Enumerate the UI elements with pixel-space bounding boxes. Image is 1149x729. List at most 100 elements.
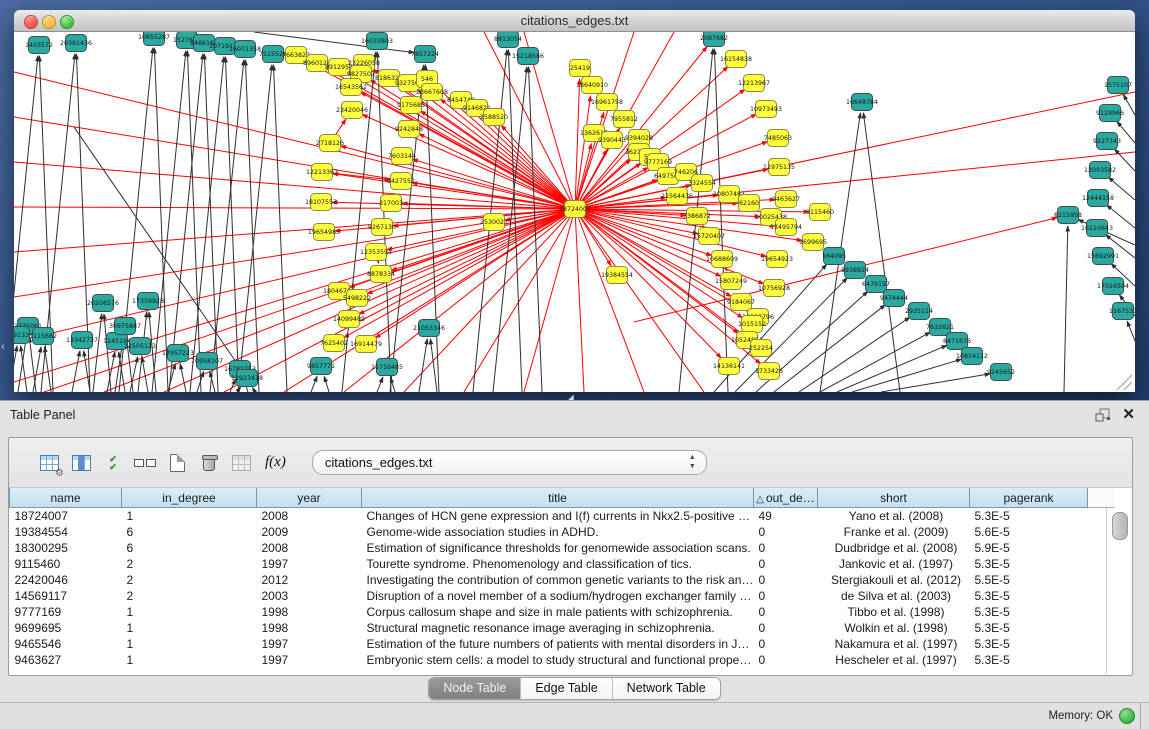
import-table-icon[interactable] bbox=[229, 451, 253, 475]
graph-node[interactable]: 16961758 bbox=[591, 94, 623, 111]
graph-node[interactable]: 16210643 bbox=[1081, 220, 1113, 237]
table-row[interactable]: 1872400712008Changes of HCN gene express… bbox=[10, 508, 1114, 525]
graph-node[interactable]: 1115682 bbox=[29, 328, 57, 345]
network-canvas[interactable]: 1403572203914361065528715276629466160107… bbox=[14, 32, 1135, 392]
graph-node[interactable]: 20206576 bbox=[87, 295, 119, 312]
graph-node[interactable]: 12975135 bbox=[763, 159, 795, 176]
graph-node[interactable]: 20391436 bbox=[60, 35, 92, 52]
graph-node[interactable]: 39133 bbox=[14, 327, 30, 344]
graph-node[interactable]: 9115460 bbox=[806, 204, 834, 221]
table-row[interactable]: 1938455462009Genome-wide association stu… bbox=[10, 524, 1114, 540]
graph-node[interactable]: 12093582 bbox=[1084, 162, 1116, 179]
graph-node[interactable]: 252254 bbox=[749, 340, 773, 357]
show-columns-icon[interactable] bbox=[69, 451, 93, 475]
graph-node[interactable]: 9474444 bbox=[880, 290, 908, 307]
graph-node[interactable]: 15720407 bbox=[693, 228, 725, 245]
column-header-title[interactable]: title bbox=[362, 488, 754, 508]
graph-node[interactable]: 15218586 bbox=[512, 48, 544, 65]
graph-node[interactable]: 1575107 bbox=[1104, 77, 1132, 94]
table-row[interactable]: 1456911722003Disruption of a novel membe… bbox=[10, 588, 1114, 604]
graph-node[interactable]: 9390443 bbox=[598, 132, 626, 149]
create-table-icon[interactable] bbox=[165, 451, 189, 475]
table-row[interactable]: 946554611997Estimation of the future num… bbox=[10, 636, 1114, 652]
graph-node[interactable]: 10688609 bbox=[706, 251, 738, 268]
table-scrollbar[interactable] bbox=[1106, 508, 1132, 674]
graph-node[interactable]: 10854112 bbox=[956, 348, 988, 365]
graph-node[interactable]: 14136141 bbox=[713, 358, 745, 375]
graph-node[interactable]: 1015152 bbox=[738, 316, 766, 333]
graph-node[interactable]: 2718126 bbox=[316, 135, 344, 152]
tab-node-table[interactable]: Node Table bbox=[429, 678, 521, 699]
select-all-icon[interactable]: ✔✔ bbox=[101, 451, 125, 475]
graph-node[interactable]: 13342737 bbox=[66, 332, 98, 349]
graph-node[interactable]: 9245652 bbox=[987, 364, 1015, 381]
graph-node[interactable]: 9267130 bbox=[368, 219, 396, 236]
graph-node[interactable]: 9463627 bbox=[772, 191, 800, 208]
graph-node[interactable]: 9699695 bbox=[799, 234, 827, 251]
attribute-table[interactable]: namein_degreeyeartitle△out_de…shortpager… bbox=[9, 488, 1114, 668]
graph-node[interactable]: 16648784 bbox=[846, 94, 878, 111]
graph-node[interactable]: 9184067 bbox=[727, 294, 755, 311]
graph-node[interactable]: 9175685 bbox=[397, 97, 425, 114]
column-header-pagerank[interactable]: pagerank bbox=[970, 488, 1088, 508]
resize-grip-icon[interactable] bbox=[1117, 375, 1132, 390]
graph-node[interactable]: 8813054 bbox=[494, 32, 522, 48]
table-row[interactable]: 946362711997Embryonic stem cells: a mode… bbox=[10, 652, 1114, 668]
network-window-titlebar[interactable]: citations_edges.txt bbox=[14, 10, 1135, 32]
column-header-short[interactable]: short bbox=[818, 488, 970, 508]
graph-node[interactable]: 18640910 bbox=[576, 77, 608, 94]
network-graph[interactable]: 1403572203914361065528715276629466160107… bbox=[14, 32, 1135, 392]
tab-network-table[interactable]: Network Table bbox=[613, 678, 720, 699]
graph-node[interactable]: 10958107 bbox=[191, 353, 223, 370]
table-selector-dropdown[interactable]: citations_edges.txt ▲▼ bbox=[312, 450, 707, 475]
table-options-icon[interactable]: ⚙ bbox=[37, 451, 61, 475]
graph-node[interactable]: 7625402 bbox=[320, 335, 348, 352]
table-row[interactable]: 977716911998Corpus callosum shape and si… bbox=[10, 604, 1114, 620]
graph-node[interactable]: 164095 bbox=[822, 248, 846, 265]
graph-node[interactable]: 2087682 bbox=[700, 32, 728, 47]
memory-status-icon[interactable] bbox=[1119, 708, 1135, 724]
graph-node[interactable]: 7485063 bbox=[764, 130, 792, 147]
tab-edge-table[interactable]: Edge Table bbox=[521, 678, 612, 699]
graph-node[interactable]: 15716485 bbox=[371, 359, 403, 376]
graph-node[interactable]: 2935114 bbox=[905, 303, 933, 320]
delete-table-icon[interactable] bbox=[197, 451, 221, 475]
graph-node[interactable]: 317003 bbox=[379, 195, 403, 212]
graph-node[interactable]: 3324554 bbox=[688, 175, 716, 192]
float-panel-icon[interactable] bbox=[1095, 408, 1111, 423]
graph-node[interactable]: 9242848 bbox=[395, 121, 423, 138]
graph-node[interactable]: 7386872 bbox=[683, 208, 711, 225]
column-header-in_degree[interactable]: in_degree bbox=[122, 488, 257, 508]
graph-node[interactable]: 1733426 bbox=[755, 363, 783, 380]
graph-node[interactable]: 17359928 bbox=[132, 293, 164, 310]
table-row[interactable]: 2242004622012Investigating the contribut… bbox=[10, 572, 1114, 588]
graph-node[interactable]: 62160 bbox=[739, 195, 760, 212]
table-row[interactable]: 969969511998Structural magnetic resonanc… bbox=[10, 620, 1114, 636]
graph-node[interactable]: 8215958 bbox=[1054, 207, 1082, 224]
table-row[interactable]: 911546021997Tourette syndrome. Phenomeno… bbox=[10, 556, 1114, 572]
graph-node[interactable]: 1403572 bbox=[25, 37, 53, 54]
graph-node[interactable]: 7857224 bbox=[411, 46, 439, 63]
graph-node[interactable]: 16914479 bbox=[350, 336, 382, 353]
graph-node[interactable]: 12213967 bbox=[738, 75, 770, 92]
column-header-name[interactable]: name bbox=[10, 488, 122, 508]
graph-node[interactable]: 2588520 bbox=[480, 109, 508, 126]
graph-node[interactable]: 10756928 bbox=[758, 280, 790, 297]
graph-node[interactable]: 9227343 bbox=[1093, 133, 1121, 150]
rows-icon[interactable] bbox=[133, 451, 157, 475]
graph-node[interactable]: 9857771 bbox=[307, 358, 335, 375]
graph-node[interactable]: 15692991 bbox=[1087, 248, 1119, 265]
graph-node[interactable]: 10655287 bbox=[138, 32, 170, 46]
graph-node[interactable]: 8878334 bbox=[367, 266, 395, 283]
graph-node[interactable]: 12444158 bbox=[1082, 190, 1114, 207]
scrollbar-thumb[interactable] bbox=[1112, 512, 1128, 540]
graph-node[interactable]: 9427552 bbox=[387, 173, 415, 190]
graph-node[interactable]: 30975887 bbox=[109, 318, 141, 335]
column-header-year[interactable]: year bbox=[257, 488, 362, 508]
graph-node[interactable]: 16033803 bbox=[361, 33, 393, 50]
graph-node[interactable]: 17016504 bbox=[1097, 278, 1129, 295]
graph-node[interactable]: 7603144 bbox=[388, 148, 416, 165]
graph-node[interactable]: 19654985 bbox=[308, 224, 340, 241]
graph-node[interactable]: 1167533 bbox=[1109, 303, 1135, 320]
table-row[interactable]: 1830029562008Estimation of significance … bbox=[10, 540, 1114, 556]
